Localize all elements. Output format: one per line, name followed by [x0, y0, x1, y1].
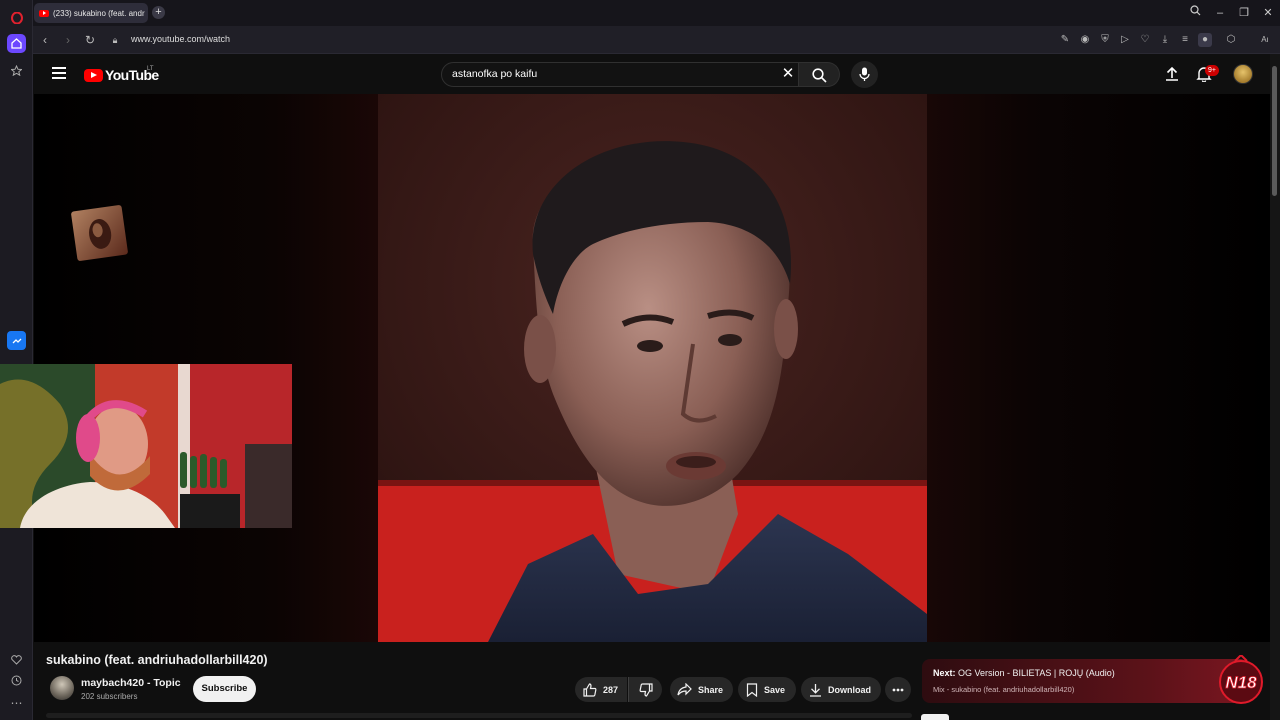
minimize-icon[interactable]: –	[1211, 4, 1229, 22]
opera-logo-icon[interactable]	[7, 8, 26, 27]
video-title: sukabino (feat. andriuhadollarbill420)	[46, 653, 268, 667]
description-box-edge	[46, 713, 912, 718]
next-up-panel[interactable]	[922, 659, 1248, 703]
voice-search-button[interactable]	[851, 61, 878, 88]
thumbs-up-icon	[583, 682, 597, 697]
bookmarks-icon[interactable]	[7, 61, 26, 80]
heart-outline-icon[interactable]: ♡	[1138, 33, 1152, 47]
heart-icon[interactable]	[7, 650, 26, 669]
back-icon[interactable]: ‹	[37, 32, 53, 48]
search-button[interactable]	[799, 62, 840, 87]
clear-search-icon[interactable]: ✕	[780, 66, 796, 82]
shield-icon[interactable]: ⛨	[1098, 33, 1112, 47]
download-icon[interactable]: ⤓	[1158, 33, 1172, 47]
messenger-icon[interactable]	[7, 331, 26, 350]
youtube-play-logo-icon	[84, 68, 103, 82]
cube-icon[interactable]: ⬡	[1224, 33, 1238, 47]
next-up-title[interactable]: Next: OG Version - BILIETAS | ROJŲ (Audi…	[933, 668, 1115, 678]
channel-name[interactable]: maybach420 - Topic	[81, 677, 181, 689]
subscriber-count: 202 subscribers	[81, 692, 138, 701]
more-actions-button[interactable]	[885, 677, 911, 702]
more-icon[interactable]: ⋯	[7, 693, 26, 712]
reload-icon[interactable]: ↻	[82, 32, 98, 48]
n18-channel-logo: N18	[1213, 653, 1269, 705]
share-icon	[677, 683, 692, 696]
like-count: 287	[603, 684, 619, 695]
download-arrow-icon	[810, 683, 821, 697]
download-button[interactable]: Download	[801, 677, 881, 702]
history-icon[interactable]	[7, 671, 26, 690]
share-button[interactable]: Share	[670, 677, 733, 702]
browser-sidebar: ⋯	[0, 0, 33, 720]
more-horizontal-icon	[892, 688, 904, 691]
menu-lines-icon[interactable]: ≡	[1178, 33, 1192, 47]
tab-title: (233) sukabino (feat. andr	[53, 8, 145, 18]
dislike-button[interactable]	[628, 677, 662, 702]
search-box[interactable]	[441, 62, 799, 87]
player-ambient-right	[927, 94, 1270, 642]
tab-strip	[33, 0, 1280, 26]
lock-icon: 🔒︎	[112, 35, 118, 45]
save-label: Save	[764, 684, 786, 695]
n18-logo-text: N18	[1225, 673, 1257, 692]
subscribe-button[interactable]: Subscribe	[193, 676, 256, 702]
tab-youtube[interactable]: (233) sukabino (feat. andr	[34, 3, 148, 23]
search-tabs-icon[interactable]	[1186, 4, 1204, 22]
next-up-subtitle: Mix - sukabino (feat. andriuhadollarbill…	[933, 685, 1075, 694]
ai-icon[interactable]: Aı	[1256, 33, 1274, 47]
streamer-webcam-overlay	[0, 364, 292, 528]
like-button[interactable]: 287	[575, 677, 627, 702]
edit-icon[interactable]: ✎	[1058, 33, 1072, 47]
notification-badge: 9+	[1205, 65, 1219, 76]
floating-sticker-image	[70, 204, 129, 262]
save-button[interactable]: Save	[738, 677, 796, 702]
create-upload-icon[interactable]	[1164, 66, 1180, 82]
search-icon	[812, 68, 827, 83]
next-video-title: OG Version - BILIETAS | ROJŲ (Audio)	[958, 668, 1115, 678]
video-cover-art[interactable]	[378, 94, 927, 642]
youtube-favicon-icon	[39, 9, 49, 17]
scrollbar-thumb[interactable]	[1272, 66, 1277, 196]
url-field[interactable]: www.youtube.com/watch	[131, 34, 230, 44]
bookmark-save-icon	[746, 682, 758, 697]
account-avatar[interactable]	[1233, 64, 1253, 84]
new-tab-button[interactable]: +	[152, 6, 165, 19]
search-input[interactable]	[452, 68, 772, 80]
hamburger-menu-icon[interactable]	[52, 67, 66, 79]
share-label: Share	[698, 684, 724, 695]
thumbs-down-icon	[639, 682, 653, 697]
microphone-icon	[859, 67, 870, 81]
profile-icon[interactable]: ●	[1198, 33, 1212, 47]
close-window-icon[interactable]: ✕	[1259, 4, 1277, 22]
download-label: Download	[828, 684, 871, 695]
restore-icon[interactable]: ❐	[1235, 4, 1253, 22]
cover-art-portrait-image	[378, 94, 927, 642]
next-prefix: Next:	[933, 668, 956, 678]
camera-icon[interactable]: ◉	[1078, 33, 1092, 47]
home-icon[interactable]	[7, 34, 26, 53]
channel-avatar[interactable]	[50, 676, 74, 700]
filter-chip-edge[interactable]	[921, 714, 949, 720]
play-icon[interactable]: ▷	[1118, 33, 1132, 47]
country-code: LT	[147, 66, 154, 72]
forward-icon[interactable]: ›	[60, 32, 76, 48]
